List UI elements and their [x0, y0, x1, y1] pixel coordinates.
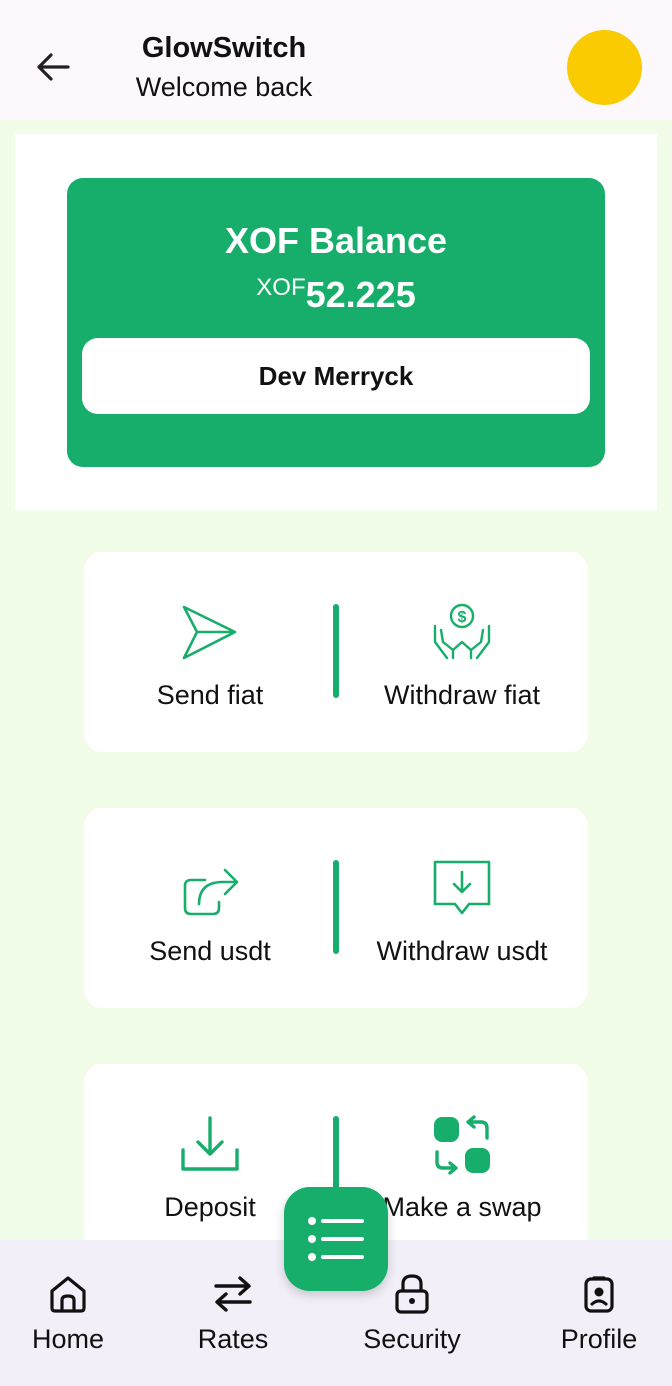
swap-icon [434, 1115, 490, 1175]
withdraw-usdt-label: Withdraw usdt [376, 936, 548, 966]
balance-value: 52.225 [305, 274, 416, 315]
balance-title: XOF Balance [224, 220, 448, 261]
avatar[interactable] [567, 30, 642, 105]
withdraw-usdt-button[interactable]: Withdraw usdt [336, 808, 588, 1008]
home-icon [50, 1276, 86, 1313]
balance-card: XOF Balance XOF52.225 Dev Merryck [67, 178, 605, 467]
action-card-usdt: Send usdt Withdraw usdt [84, 808, 588, 1008]
send-fiat-button[interactable]: Send fiat [84, 552, 336, 752]
list-icon [308, 1217, 364, 1261]
welcome-subtitle: Welcome back [135, 72, 313, 102]
app-title: GlowSwitch [141, 32, 307, 64]
action-card-fiat: Send fiat $ Withdraw fiat [84, 552, 588, 752]
arrows-swap-icon [214, 1276, 252, 1312]
nav-item-rates[interactable]: Rates [183, 1270, 283, 1355]
app-header: GlowSwitch Welcome back [0, 0, 672, 120]
nav-item-profile[interactable]: Profile [550, 1270, 648, 1355]
download-box-icon [433, 860, 491, 915]
nav-label-rates: Rates [197, 1324, 269, 1354]
balance-amount: XOF52.225 [67, 274, 605, 316]
menu-fab-button[interactable] [284, 1187, 388, 1291]
nav-label-home: Home [31, 1324, 105, 1354]
svg-text:$: $ [458, 609, 467, 626]
withdraw-fiat-button[interactable]: $ Withdraw fiat [336, 552, 588, 752]
nav-label-security: Security [363, 1324, 461, 1354]
badge-user-icon [584, 1276, 614, 1313]
account-name-pill[interactable]: Dev Merryck [82, 338, 590, 414]
nav-item-home[interactable]: Home [20, 1270, 116, 1355]
nav-label-profile: Profile [560, 1324, 638, 1354]
share-icon [183, 868, 239, 916]
paper-plane-icon [182, 605, 237, 660]
download-tray-icon [181, 1116, 239, 1171]
balance-currency: XOF [256, 274, 306, 301]
send-fiat-label: Send fiat [156, 680, 264, 710]
send-usdt-label: Send usdt [149, 936, 271, 966]
hands-dollar-icon: $ [433, 603, 491, 660]
withdraw-fiat-label: Withdraw fiat [383, 680, 541, 710]
lock-icon [395, 1274, 429, 1314]
send-usdt-button[interactable]: Send usdt [84, 808, 336, 1008]
